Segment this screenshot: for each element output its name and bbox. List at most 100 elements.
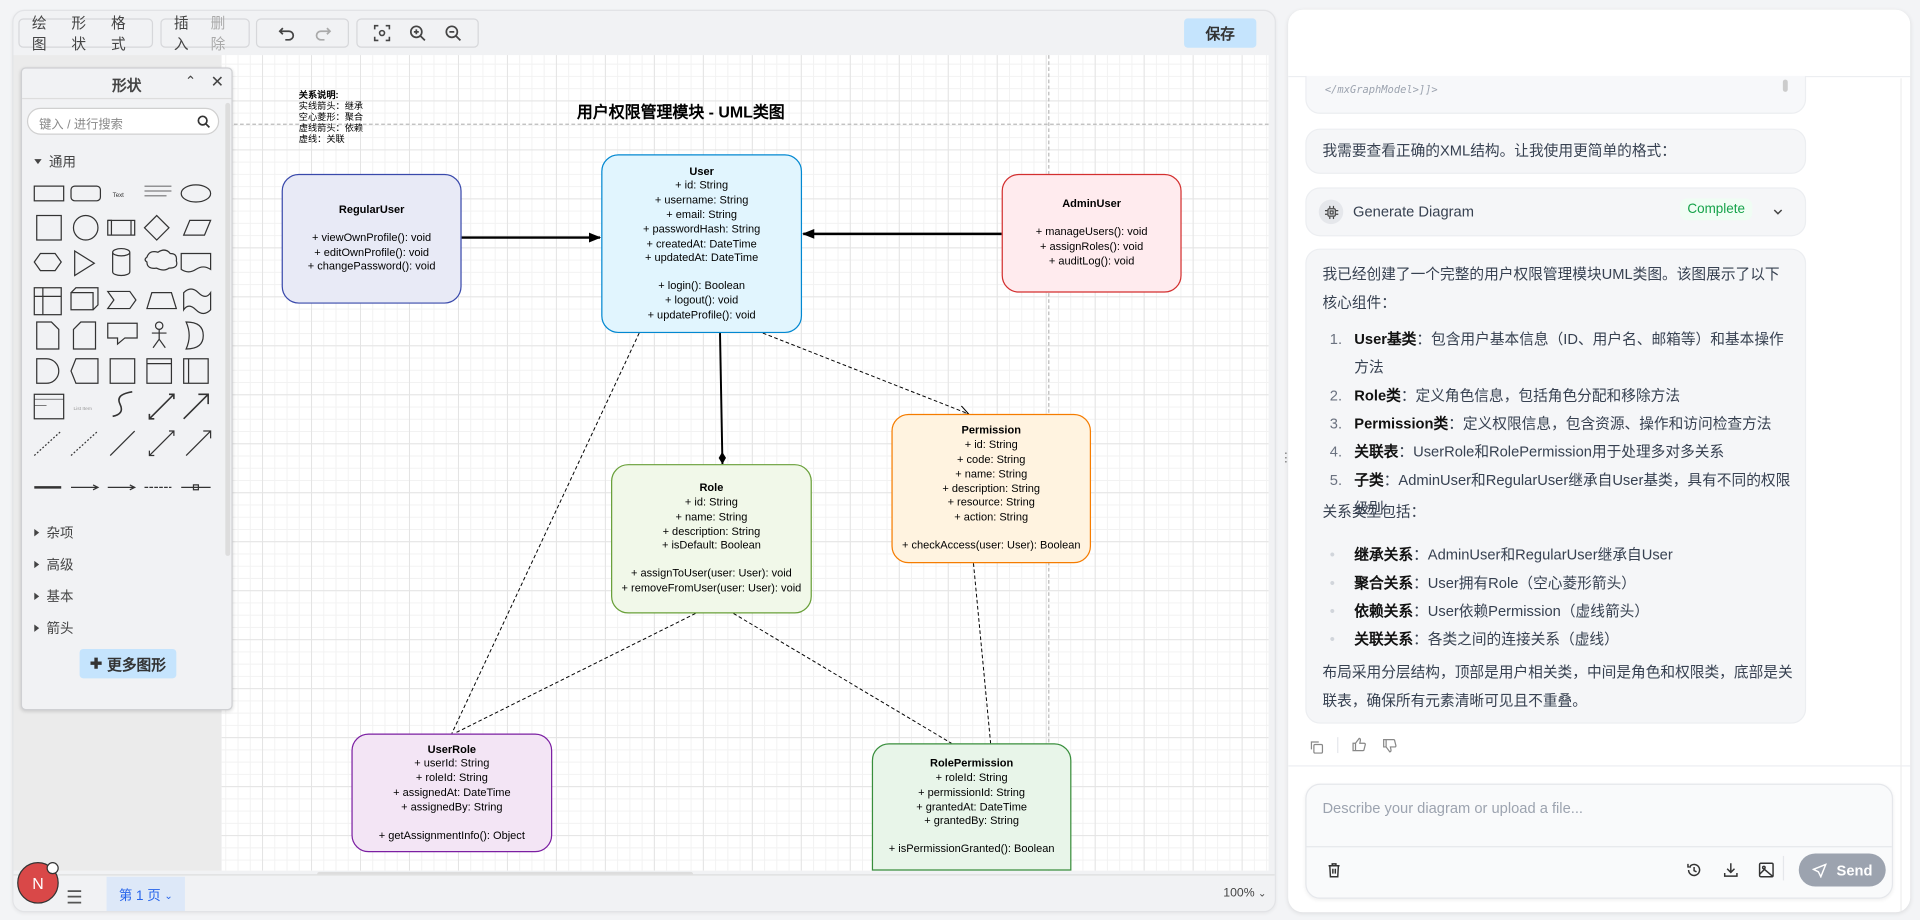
class-name: User xyxy=(689,164,714,177)
menu-shapes[interactable]: 形状 xyxy=(71,12,100,54)
chevron-down-icon[interactable] xyxy=(1772,202,1784,224)
menu-format[interactable]: 格式 xyxy=(111,12,140,54)
tool-call-card[interactable]: Generate Diagram Complete xyxy=(1305,187,1807,237)
edge-user-permission[interactable] xyxy=(762,332,969,414)
bullet-icon: • xyxy=(1329,602,1335,620)
more-shapes-button[interactable]: ✚ 更多图形 xyxy=(79,648,177,679)
class-attribute: + id: String xyxy=(964,438,1018,451)
zoom-in-icon[interactable] xyxy=(408,23,428,43)
shape-row-8 xyxy=(33,430,99,456)
shape-row-6 xyxy=(36,358,209,384)
shape-row-5 xyxy=(36,321,204,350)
delete-button[interactable]: 删除 xyxy=(211,12,237,54)
thumbs-down-icon[interactable] xyxy=(1382,738,1397,756)
diagram-canvas[interactable]: 关系说明: 实线箭头：继承 空心菱形：聚合 虚线箭头：依赖 虚线：关联 用户权限管理模块… xyxy=(221,55,1269,877)
list-item: 4. 关联表：UserRole和RolePermission用于处理多对多关系 xyxy=(1322,438,1793,466)
shape-row-8b xyxy=(109,430,212,457)
insert-button[interactable]: 插入 xyxy=(174,12,200,54)
class-user[interactable]: User + id: String + username: String + emai… xyxy=(601,154,803,334)
list-text: 继承关系：AdminUser和RegularUser继承自User xyxy=(1354,541,1672,569)
list-item: • 依赖关系：User依赖Permission（虚线箭头） xyxy=(1322,598,1793,626)
edge-permission-rolepermission[interactable] xyxy=(972,563,992,744)
edge-role-userrole[interactable] xyxy=(454,613,696,734)
section-basic[interactable]: 基本 xyxy=(34,587,73,607)
save-button[interactable]: 保存 xyxy=(1184,18,1257,48)
list-number: 3. xyxy=(1329,415,1343,433)
message-text: 我需要查看正确的XML结构。让我使用更简单的格式： xyxy=(1322,142,1676,160)
chevron-down-icon: ⌄ xyxy=(164,889,173,901)
answer-intro: 我已经创建了一个完整的用户权限管理模块UML类图。该图展示了以下核心组件： xyxy=(1322,265,1780,312)
status-badge: Complete xyxy=(1680,198,1753,221)
copy-icon[interactable] xyxy=(1310,738,1324,760)
chat-input[interactable]: Describe your diagram or upload a file..… xyxy=(1307,785,1892,846)
relations-list: • 继承关系：AdminUser和RegularUser继承自User • 聚合关系：… xyxy=(1322,541,1793,654)
class-adminuser[interactable]: AdminUser + manageUsers(): void + assignRo… xyxy=(1001,173,1182,293)
divider xyxy=(1306,846,1892,848)
class-userrole[interactable]: UserRole + userId: String + roleId: String… xyxy=(351,733,553,853)
more-shapes-label: 更多图形 xyxy=(107,655,166,673)
page-tab[interactable]: 第 1 页 ⌄ xyxy=(106,876,185,912)
shapes-scrollbar[interactable] xyxy=(225,102,231,556)
chat-input-box: Describe your diagram or upload a file..… xyxy=(1305,783,1894,899)
bottom-bar: ☰ 第 1 页 ⌄ 100% ⌄ xyxy=(13,874,1275,912)
class-separator xyxy=(1003,212,1181,225)
svg-text:List Item: List Item xyxy=(73,406,91,412)
history-group xyxy=(255,18,349,48)
class-regularuser[interactable]: RegularUser + viewOwnProfile(): void + edi… xyxy=(281,173,462,304)
class-attribute: + updatedAt: DateTime xyxy=(645,251,759,264)
collapsed-icon xyxy=(34,624,40,632)
cpu-icon xyxy=(1318,199,1344,225)
shape-row-4 xyxy=(33,287,212,316)
warning-icon[interactable]: ⚠ xyxy=(1518,32,1533,53)
drawio-editor: 绘图 形状 格式 插入 删除 保存 关系说明: 实线箭头：继承 空心菱形：聚合 虚线箭… xyxy=(12,9,1276,913)
section-misc[interactable]: 杂项 xyxy=(34,523,73,543)
panel-toggle-icon[interactable] xyxy=(1864,33,1884,53)
code-scrollbar[interactable] xyxy=(1782,79,1788,92)
section-advanced[interactable]: 高级 xyxy=(34,555,73,575)
list-desc: ：User拥有Role（空心菱形箭头） xyxy=(1413,574,1636,592)
class-role[interactable]: Role + id: String + name: String + descript… xyxy=(611,464,812,614)
image-upload-icon[interactable] xyxy=(1758,862,1774,884)
zoom-out-icon[interactable] xyxy=(443,23,463,43)
chat-scrollbar[interactable] xyxy=(1900,78,1902,912)
class-method: + getAssignmentInfo(): Object xyxy=(378,828,525,841)
close-icon[interactable]: ✕ xyxy=(211,72,224,92)
class-attribute: + isDefault: Boolean xyxy=(661,539,761,552)
class-method: + auditLog(): void xyxy=(1048,254,1135,267)
section-arrows[interactable]: 箭头 xyxy=(34,618,73,638)
app-title: Next AI Drawio xyxy=(1344,33,1458,53)
feedback-icon[interactable] xyxy=(1731,33,1751,53)
shape-search-input[interactable]: 键入 / 进行搜索 xyxy=(26,107,220,135)
zoom-level[interactable]: 100% ⌄ xyxy=(1223,887,1266,900)
history-icon[interactable] xyxy=(1686,862,1702,884)
shape-palette[interactable]: Text List Item xyxy=(32,179,218,510)
class-separator xyxy=(873,829,1070,842)
shapes-panel-title: 形状 xyxy=(112,77,142,95)
send-button[interactable]: Send xyxy=(1798,853,1886,887)
send-label: Send xyxy=(1836,861,1873,879)
menu-icon[interactable]: ☰ xyxy=(66,887,82,909)
edge-user-role[interactable] xyxy=(718,333,727,465)
trash-icon[interactable] xyxy=(1327,862,1340,884)
menu-draw[interactable]: 绘图 xyxy=(32,12,61,54)
shape-row-9 xyxy=(34,484,211,491)
edge-role-rolepermission[interactable] xyxy=(733,613,952,744)
section-general[interactable]: 通用 xyxy=(34,152,76,172)
search-icon[interactable] xyxy=(197,113,210,135)
list-label: User基类 xyxy=(1354,330,1417,348)
list-text: 关联表：UserRole和RolePermission用于处理多对多关系 xyxy=(1354,438,1724,466)
thumbs-up-icon[interactable] xyxy=(1352,737,1367,755)
github-icon[interactable] xyxy=(1784,33,1804,53)
download-icon[interactable] xyxy=(1723,862,1739,884)
undo-icon[interactable] xyxy=(277,23,297,43)
redo-icon[interactable] xyxy=(313,23,333,43)
shape-row-3 xyxy=(33,247,212,277)
settings-gear-icon[interactable] xyxy=(1824,33,1844,53)
collapse-icon[interactable]: ⌃ xyxy=(185,73,196,90)
about-link[interactable]: About xyxy=(1466,34,1508,52)
class-method: + updateProfile(): void xyxy=(647,308,756,321)
class-attribute: + action: String xyxy=(954,510,1029,523)
class-rolepermission[interactable]: RolePermission + roleId: String + permissi… xyxy=(871,743,1072,871)
fit-icon[interactable] xyxy=(372,23,392,43)
class-permission[interactable]: Permission + id: String + code: String + na… xyxy=(891,413,1092,564)
